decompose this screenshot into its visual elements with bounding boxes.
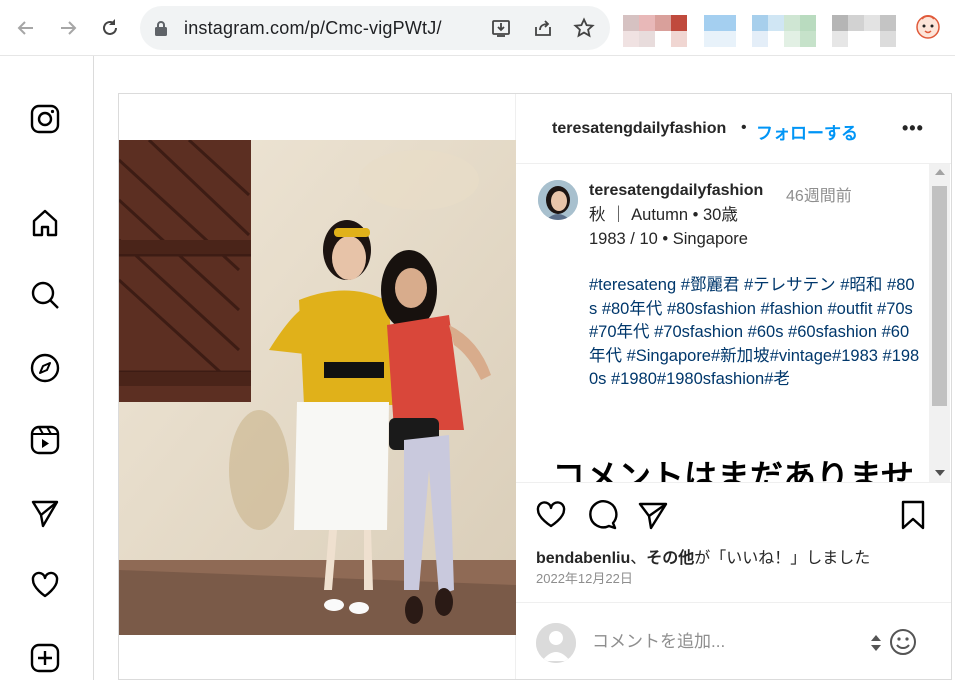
nav-create[interactable] [28, 641, 62, 675]
forward-arrow-icon [61, 21, 77, 35]
caption-line: 1983 / 10 • Singapore [589, 229, 748, 248]
lock-icon [155, 21, 167, 36]
compass-icon [30, 353, 60, 383]
user-avatar [536, 623, 576, 663]
reload-icon [103, 19, 117, 35]
search-icon [31, 281, 59, 309]
install-icon[interactable] [490, 17, 512, 39]
header-username[interactable]: teresatengdailyfashion [552, 120, 726, 138]
reload-button[interactable] [96, 14, 124, 42]
browser-toolbar: instagram.com/p/Cmc-vigPWtJ/ [0, 0, 955, 56]
extension-icon[interactable] [752, 15, 818, 49]
extension-icon[interactable] [623, 15, 693, 49]
nav-reels[interactable] [28, 423, 62, 457]
nav-search[interactable] [28, 278, 62, 312]
plus-square-icon [30, 643, 60, 673]
post-actions: bendabenliu、その他が「いいね！」しました 2022年12月22日 [516, 482, 951, 622]
header-separator: • [741, 119, 747, 136]
address-bar[interactable]: instagram.com/p/Cmc-vigPWtJ/ [140, 6, 610, 50]
instagram-icon [30, 104, 60, 134]
caption-username[interactable]: teresatengdailyfashion [589, 182, 763, 200]
nav-home[interactable] [28, 206, 62, 240]
back-arrow-icon [17, 21, 33, 35]
extension-icon[interactable] [832, 15, 898, 49]
photo-image [119, 140, 516, 635]
reels-icon [30, 425, 60, 455]
send-icon [31, 500, 59, 528]
spinner-arrows-icon[interactable] [868, 631, 884, 655]
scroll-down-arrow[interactable] [935, 470, 945, 476]
caption-scrollbar[interactable] [929, 164, 950, 482]
nav-notifications[interactable] [28, 568, 62, 602]
home-icon [32, 209, 58, 237]
comment-icon[interactable] [586, 499, 618, 531]
scrollbar-thumb[interactable] [932, 186, 947, 406]
url-text: instagram.com/p/Cmc-vigPWtJ/ [184, 18, 442, 38]
likes-summary: bendabenliu、その他が「いいね！」しました [536, 544, 870, 568]
share-icon[interactable] [532, 17, 554, 39]
caption-line: 秋 ｜ Autumn • 30歳 [589, 206, 738, 224]
liker-username[interactable]: bendabenliu [536, 550, 630, 567]
caption-hashtags[interactable]: #teresateng #鄧麗君 #テレサテン #昭和 #80s #80年代 #… [589, 274, 921, 392]
emoji-icon[interactable] [888, 627, 918, 657]
post-media [119, 94, 516, 679]
baby-face-icon [916, 15, 940, 39]
profile-avatar[interactable] [914, 12, 942, 40]
likes-others-link[interactable]: その他 [646, 550, 694, 567]
more-options-button[interactable]: ••• [902, 118, 924, 139]
add-comment-bar [516, 602, 951, 679]
like-heart-icon[interactable] [535, 499, 567, 531]
bookmark-star-icon[interactable] [573, 17, 595, 39]
back-button[interactable] [12, 14, 40, 42]
caption-avatar[interactable] [538, 180, 578, 220]
likes-text: が「いいね！」しました [694, 550, 871, 567]
nav-messages[interactable] [28, 496, 62, 530]
likes-separator: 、 [630, 550, 647, 567]
heart-icon [31, 571, 59, 598]
post-photo[interactable] [119, 140, 516, 635]
save-bookmark-icon[interactable] [897, 499, 929, 531]
post-date[interactable]: 2022年12月22日 [536, 568, 633, 587]
default-avatar-icon [536, 623, 576, 663]
avatar-image [538, 180, 578, 220]
post-side-panel: teresatengdailyfashion • フォローする ••• tere… [516, 94, 951, 679]
caption-time[interactable]: 46週間前 [786, 182, 852, 206]
nav-explore[interactable] [28, 351, 62, 385]
instagram-logo[interactable] [28, 102, 62, 136]
caption-text: 秋 ｜ Autumn • 30歳 1983 / 10 • Singapore [589, 204, 919, 251]
scroll-up-arrow[interactable] [935, 169, 945, 175]
caption-scroll-area[interactable]: teresatengdailyfashion 46週間前 秋 ｜ Autumn … [516, 164, 951, 482]
post-header: teresatengdailyfashion • フォローする ••• [516, 94, 951, 164]
comment-input[interactable] [592, 630, 852, 654]
no-comments-heading: コメントはまだありませ [552, 458, 915, 482]
share-send-icon[interactable] [637, 499, 669, 531]
extension-icon[interactable] [704, 15, 738, 49]
ig-sidebar [0, 56, 94, 680]
follow-button[interactable]: フォローする [756, 119, 858, 144]
post-dialog: teresatengdailyfashion • フォローする ••• tere… [118, 93, 952, 680]
forward-button[interactable] [54, 14, 82, 42]
